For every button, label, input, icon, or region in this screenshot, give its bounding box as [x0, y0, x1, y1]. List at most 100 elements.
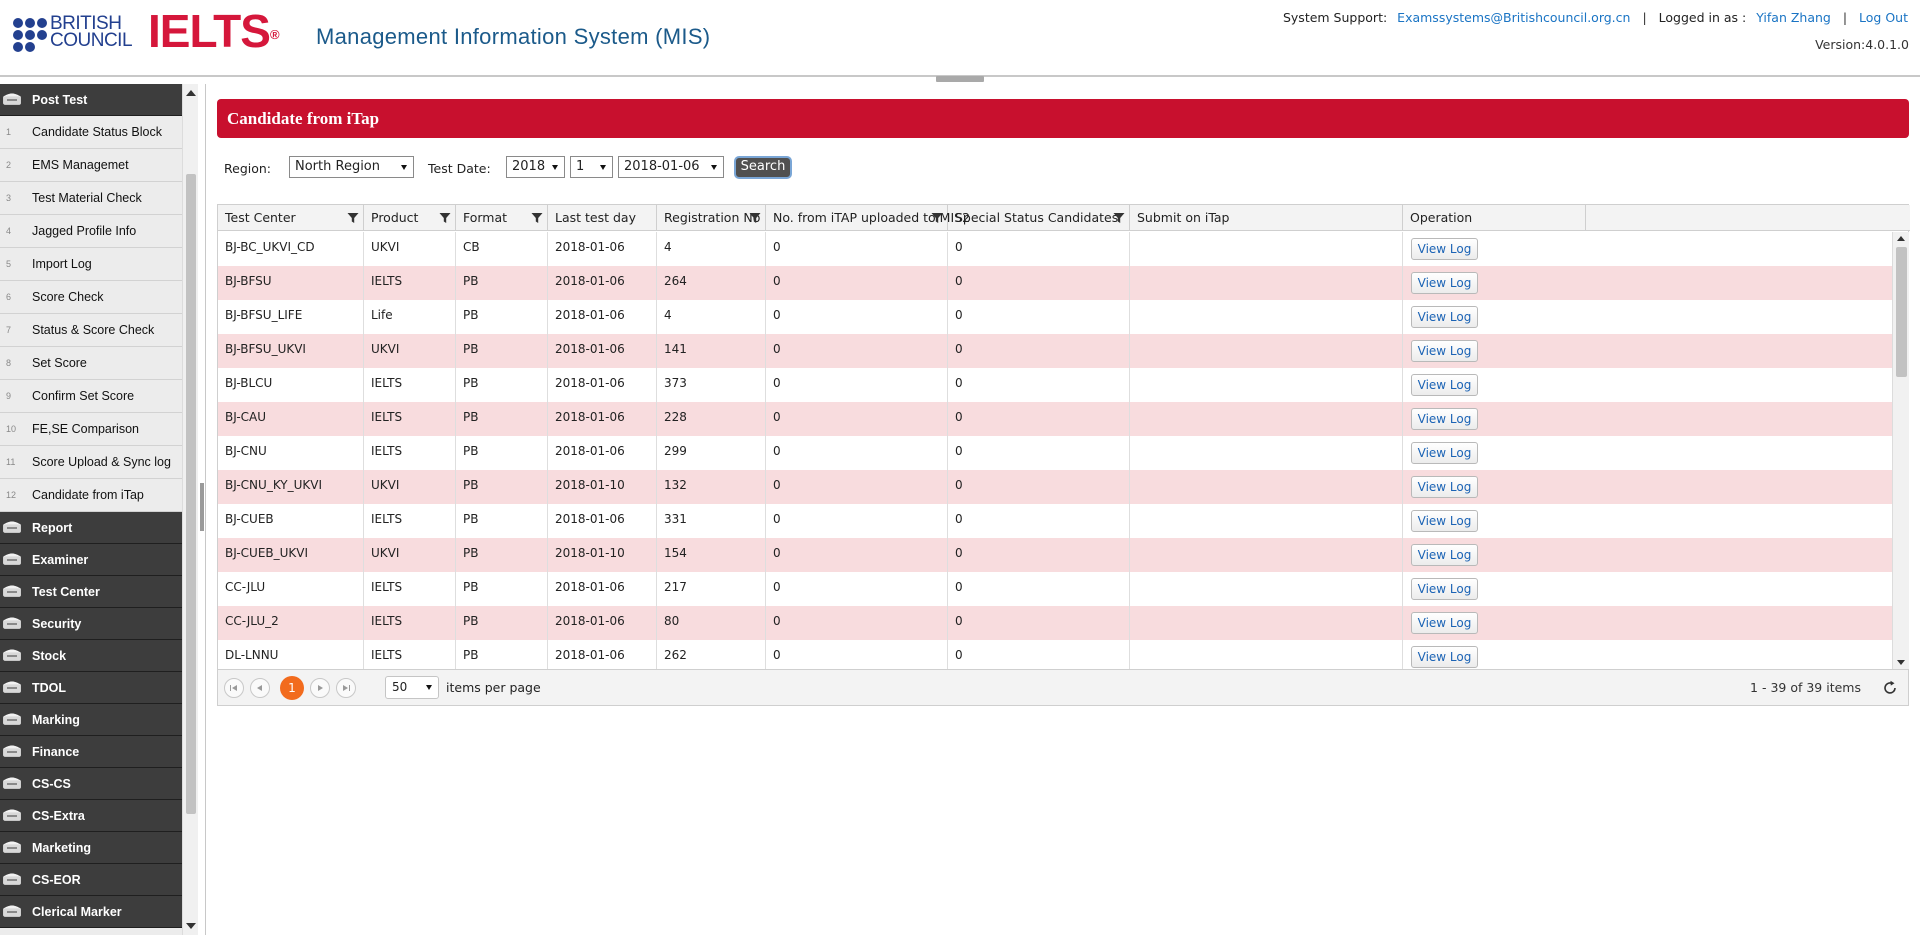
filter-icon[interactable]	[749, 212, 761, 224]
sidebar-group[interactable]: Post Test	[0, 84, 182, 116]
sidebar-item[interactable]: 3 Test Material Check	[0, 182, 182, 215]
table-row[interactable]: DL-LNNU IELTS PB 2018-01-06 262 0 0 View Log	[218, 640, 1892, 669]
table-row[interactable]: BJ-BFSU IELTS PB 2018-01-06 264 0 0 View Log	[218, 266, 1892, 300]
sidebar-item[interactable]: 1 Candidate Status Block	[0, 116, 182, 149]
first-page-button[interactable]	[224, 678, 244, 698]
view-log-button[interactable]: View Log	[1411, 646, 1478, 668]
column-header[interactable]: Special Status Candidates	[948, 205, 1130, 231]
table-row[interactable]: BJ-CUEB_UKVI UKVI PB 2018-01-10 154 0 0 View Lo…	[218, 538, 1892, 572]
support-email-link[interactable]: Examssystems@Britishcouncil.org.cn	[1397, 10, 1630, 25]
header-collapse-handle[interactable]	[936, 76, 984, 82]
sidebar-group[interactable]: Marketing	[0, 832, 182, 864]
sidebar-item[interactable]: 6 Score Check	[0, 281, 182, 314]
year-select[interactable]: 2018	[506, 156, 565, 178]
sidebar-group[interactable]: Report	[0, 512, 182, 544]
column-header[interactable]: Last test day	[548, 205, 657, 231]
current-page-button[interactable]: 1	[280, 676, 304, 700]
sidebar-group[interactable]: Clerical Marker	[0, 896, 182, 928]
menu-group-icon	[3, 841, 21, 853]
table-row[interactable]: BJ-BFSU_LIFE Life PB 2018-01-06 4 0 0 View Log	[218, 300, 1892, 334]
view-log-button[interactable]: View Log	[1411, 544, 1478, 566]
column-header[interactable]: Product	[364, 205, 456, 231]
table-row[interactable]: BJ-BC_UKVI_CD UKVI CB 2018-01-06 4 0 0 View Log	[218, 232, 1892, 266]
view-log-button[interactable]: View Log	[1411, 408, 1478, 430]
sidebar-item[interactable]: 12 Candidate from iTap	[0, 479, 182, 512]
filter-icon[interactable]	[931, 212, 943, 224]
region-select[interactable]: North Region	[289, 156, 414, 178]
view-log-button[interactable]: View Log	[1411, 374, 1478, 396]
table-row[interactable]: BJ-CAU IELTS PB 2018-01-06 228 0 0 View Log	[218, 402, 1892, 436]
column-header[interactable]: No. from iTAP uploaded to MIS2	[766, 205, 970, 231]
items-per-page-select[interactable]: 50	[385, 676, 439, 699]
table-cell: 331	[657, 504, 766, 538]
column-header[interactable]: Test Center	[218, 205, 364, 231]
refresh-icon[interactable]	[1882, 680, 1898, 696]
last-page-button[interactable]	[336, 678, 356, 698]
sidebar-item[interactable]: 9 Confirm Set Score	[0, 380, 182, 413]
month-select-value: 1	[576, 159, 585, 174]
table-row[interactable]: BJ-CNU IELTS PB 2018-01-06 299 0 0 View Log	[218, 436, 1892, 470]
view-log-button[interactable]: View Log	[1411, 612, 1478, 634]
sidebar-item[interactable]: 2 EMS Managemet	[0, 149, 182, 182]
sidebar-group[interactable]: Security	[0, 608, 182, 640]
table-row[interactable]: CC-JLU IELTS PB 2018-01-06 217 0 0 View Log	[218, 572, 1892, 606]
sidebar-group[interactable]: CS-Extra	[0, 800, 182, 832]
table-cell: 2018-01-06	[548, 402, 657, 436]
sidebar-scrollbar[interactable]	[182, 84, 198, 935]
sidebar-item-label: FE,SE Comparison	[32, 422, 139, 436]
sidebar-group[interactable]: CS-EOR	[0, 864, 182, 896]
grid-scroll-thumb[interactable]	[1896, 247, 1907, 377]
sidebar-group[interactable]: Marking	[0, 704, 182, 736]
sidebar-group[interactable]: Stock	[0, 640, 182, 672]
column-header[interactable]: Registration No	[657, 205, 766, 231]
grid-header: Test Center Product Format Last test day Reg…	[218, 205, 1910, 231]
sidebar-item[interactable]: 8 Set Score	[0, 347, 182, 380]
sidebar-scroll-thumb[interactable]	[186, 174, 196, 814]
scroll-up-icon[interactable]	[1897, 236, 1905, 241]
table-row[interactable]: BJ-CNU_KY_UKVI UKVI PB 2018-01-10 132 0 0 View …	[218, 470, 1892, 504]
sidebar-group[interactable]: Finance	[0, 736, 182, 768]
view-log-button[interactable]: View Log	[1411, 272, 1478, 294]
column-header[interactable]: Operation	[1403, 205, 1586, 231]
view-log-button[interactable]: View Log	[1411, 442, 1478, 464]
column-header[interactable]: Format	[456, 205, 548, 231]
scroll-down-icon[interactable]	[186, 923, 196, 929]
logout-link[interactable]: Log Out	[1859, 10, 1908, 25]
table-row[interactable]: BJ-CUEB IELTS PB 2018-01-06 331 0 0 View Log	[218, 504, 1892, 538]
sidebar-group[interactable]: CS-CS	[0, 768, 182, 800]
sidebar-item[interactable]: 7 Status & Score Check	[0, 314, 182, 347]
month-select[interactable]: 1	[570, 156, 613, 178]
grid-scrollbar[interactable]	[1892, 232, 1909, 669]
filter-icon[interactable]	[1113, 212, 1125, 224]
next-page-button[interactable]	[310, 678, 330, 698]
sidebar-group-label: Marking	[32, 713, 80, 727]
view-log-button[interactable]: View Log	[1411, 340, 1478, 362]
sidebar-item[interactable]: 5 Import Log	[0, 248, 182, 281]
filter-icon[interactable]	[531, 212, 543, 224]
user-name-link[interactable]: Yifan Zhang	[1756, 10, 1831, 25]
table-row[interactable]: BJ-BLCU IELTS PB 2018-01-06 373 0 0 View Log	[218, 368, 1892, 402]
table-row[interactable]: BJ-BFSU_UKVI UKVI PB 2018-01-06 141 0 0 View Lo…	[218, 334, 1892, 368]
scroll-up-icon[interactable]	[186, 90, 196, 96]
view-log-button[interactable]: View Log	[1411, 306, 1478, 328]
scroll-down-icon[interactable]	[1897, 660, 1905, 665]
sidebar-group[interactable]: TDOL	[0, 672, 182, 704]
sidebar-resize-handle[interactable]	[200, 483, 204, 531]
previous-page-button[interactable]	[250, 678, 270, 698]
view-log-button[interactable]: View Log	[1411, 578, 1478, 600]
filter-icon[interactable]	[347, 212, 359, 224]
sidebar-group[interactable]: Test Center	[0, 576, 182, 608]
sidebar-item[interactable]: 4 Jagged Profile Info	[0, 215, 182, 248]
search-button[interactable]: Search	[734, 156, 792, 179]
table-cell: 2018-01-06	[548, 504, 657, 538]
column-header[interactable]: Submit on iTap	[1130, 205, 1403, 231]
sidebar-item[interactable]: 10 FE,SE Comparison	[0, 413, 182, 446]
view-log-button[interactable]: View Log	[1411, 476, 1478, 498]
view-log-button[interactable]: View Log	[1411, 238, 1478, 260]
filter-icon[interactable]	[439, 212, 451, 224]
table-row[interactable]: CC-JLU_2 IELTS PB 2018-01-06 80 0 0 View Log	[218, 606, 1892, 640]
sidebar-item[interactable]: 11 Score Upload & Sync log	[0, 446, 182, 479]
sidebar-group[interactable]: Examiner	[0, 544, 182, 576]
date-select[interactable]: 2018-01-06	[618, 156, 724, 178]
view-log-button[interactable]: View Log	[1411, 510, 1478, 532]
